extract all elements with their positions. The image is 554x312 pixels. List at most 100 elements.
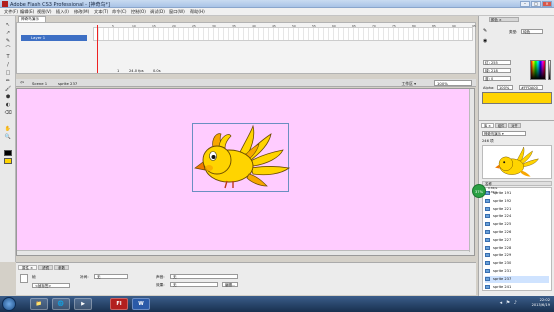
zoom-select[interactable]: 100% <box>434 80 472 86</box>
tab-color[interactable]: 颜色 × <box>489 17 519 22</box>
library-item[interactable]: sprite 228 <box>485 245 549 252</box>
library-document-select[interactable]: 神奇鸟演示 ▾ <box>482 131 526 136</box>
start-button[interactable] <box>2 297 16 311</box>
color-spectrum[interactable] <box>530 60 546 80</box>
subselection-tool-icon[interactable]: ↗ <box>4 30 12 36</box>
library-item[interactable]: sprite 229 <box>485 252 549 259</box>
tab-filters[interactable]: 滤镜 <box>38 265 54 270</box>
menu-control[interactable]: 控制(O) <box>131 9 146 15</box>
tab-library[interactable]: 库 × <box>481 123 494 128</box>
frame-label: 帧 <box>32 275 36 279</box>
maximize-button[interactable]: □ <box>531 1 541 7</box>
red-input[interactable]: 红: 255 <box>483 60 511 65</box>
effect-select[interactable]: 无 <box>170 282 218 287</box>
vertical-scrollbar[interactable] <box>469 89 474 252</box>
menu-file[interactable]: 文件(F) <box>4 9 18 15</box>
layer-row[interactable]: Layer 1 <box>21 35 87 41</box>
frame-label-input[interactable]: <帧标签> <box>32 283 70 288</box>
hex-input[interactable]: #FFDA00 <box>519 85 543 90</box>
ink-bottle-tool-icon[interactable]: ⬢ <box>4 94 12 100</box>
movieclip-icon <box>485 253 490 258</box>
symbol-breadcrumb[interactable]: sprite 237 <box>58 81 77 86</box>
taskbar-flash[interactable]: Fl <box>110 298 128 310</box>
fill-color-swatch[interactable] <box>4 158 12 164</box>
library-preview <box>482 145 552 179</box>
network-monitor-bubble[interactable]: 37% <box>472 184 486 198</box>
scene-link[interactable]: Scene 1 <box>32 81 47 86</box>
library-item[interactable]: sprite 221 <box>485 206 549 213</box>
close-button[interactable]: × <box>542 1 552 7</box>
selected-symbol-bounds[interactable] <box>192 123 290 192</box>
library-item[interactable]: sprite 237 <box>485 275 549 283</box>
stroke-color-swatch[interactable] <box>4 150 12 156</box>
timeline-panel: 5 10 15 20 25 30 35 40 45 50 55 60 65 70 75 80 85 90 95 La… <box>16 22 476 74</box>
library-item[interactable]: sprite 226 <box>485 229 549 236</box>
tab-parameters[interactable]: 参数 <box>54 265 70 270</box>
library-item-label: sprite 192 <box>493 198 512 203</box>
fill-bucket-icon[interactable]: ◉ <box>483 38 487 44</box>
library-item[interactable]: sprite 225 <box>485 221 549 228</box>
menu-modify[interactable]: 修改(M) <box>74 9 89 15</box>
frame-grid[interactable] <box>93 27 473 41</box>
library-item[interactable]: sprite 224 <box>485 213 549 220</box>
effect-label: 效果: <box>156 283 165 287</box>
text-tool-icon[interactable]: T <box>4 54 12 60</box>
zoom-tool-icon[interactable]: 🔍 <box>4 134 12 140</box>
rectangle-tool-icon[interactable]: □ <box>4 70 12 76</box>
tween-label: 补间: <box>80 275 89 279</box>
library-item-label: sprite 224 <box>493 214 512 219</box>
taskbar-media[interactable]: ▶ <box>74 298 92 310</box>
tab-components[interactable]: 组件 <box>494 123 508 128</box>
sound-select[interactable]: 无 <box>170 274 238 279</box>
horizontal-scrollbar[interactable] <box>17 250 474 255</box>
taskbar-browser[interactable]: 🌐 <box>52 298 70 310</box>
stroke-pencil-icon[interactable]: ✎ <box>483 28 487 34</box>
blue-input[interactable]: 蓝: 0 <box>483 76 511 81</box>
lasso-tool-icon[interactable]: ⌒ <box>4 46 12 52</box>
movieclip-icon <box>485 222 490 227</box>
eraser-tool-icon[interactable]: ⌫ <box>4 110 12 116</box>
taskbar-explorer[interactable]: 📁 <box>30 298 48 310</box>
workspace-menu[interactable]: 工作区 ▾ <box>401 81 416 87</box>
menu-view[interactable]: 视图(V) <box>37 9 52 15</box>
tab-properties[interactable]: 属性 × <box>18 265 38 270</box>
minimize-button[interactable]: – <box>520 1 530 7</box>
pencil-tool-icon[interactable]: ✏ <box>4 78 12 84</box>
free-transform-tool-icon[interactable]: ✎ <box>4 38 12 44</box>
edit-button[interactable]: 编辑... <box>222 282 238 287</box>
library-item[interactable]: sprite 192 <box>485 198 549 205</box>
alpha-input[interactable]: 100% <box>497 85 513 90</box>
taskbar-word[interactable]: W <box>132 298 150 310</box>
back-arrow-icon[interactable]: ⇦ <box>20 80 24 86</box>
tray-icons[interactable]: ◂ ⚑ ♪ <box>500 300 518 306</box>
tools-panel: ↖ ↗ ✎ ⌒ T / □ ✏ 🖌 ⬢ ◐ ⌫ ✋ 🔍 <box>0 16 16 262</box>
hand-tool-icon[interactable]: ✋ <box>4 126 12 132</box>
library-item[interactable]: sprite 241 <box>485 284 549 291</box>
tween-select[interactable]: 无 <box>94 274 128 279</box>
brush-tool-icon[interactable]: 🖌 <box>4 86 12 92</box>
library-item[interactable]: sprite 231 <box>485 268 549 275</box>
paint-bucket-tool-icon[interactable]: ◐ <box>4 102 12 108</box>
bird-preview <box>495 146 539 177</box>
menu-insert[interactable]: 插入(I) <box>56 9 69 15</box>
menu-command[interactable]: 命令(C) <box>112 9 127 15</box>
library-item[interactable]: sprite 230 <box>485 260 549 267</box>
menu-edit[interactable]: 编辑(E) <box>20 9 34 15</box>
type-select[interactable]: 纯色 <box>521 29 543 34</box>
line-tool-icon[interactable]: / <box>4 62 12 68</box>
speed-down: 4.8K/s <box>488 190 498 194</box>
menu-debug[interactable]: 调试(D) <box>150 9 165 15</box>
menu-help[interactable]: 帮助(H) <box>190 9 205 15</box>
menu-text[interactable]: 文本(T) <box>94 9 108 15</box>
library-item-label: sprite 230 <box>493 261 512 266</box>
tab-align[interactable]: 对齐 <box>508 123 521 128</box>
menu-window[interactable]: 窗口(W) <box>169 9 185 15</box>
stage[interactable] <box>16 88 475 256</box>
taskbar: 📁 🌐 ▶ Fl W ◂ ⚑ ♪ 22:02 2013/6/19 <box>0 296 554 312</box>
selection-tool-icon[interactable]: ↖ <box>4 22 12 28</box>
library-item[interactable]: sprite 227 <box>485 237 549 244</box>
clock[interactable]: 22:02 2013/6/19 <box>532 298 550 307</box>
playhead[interactable] <box>97 25 98 73</box>
green-input[interactable]: 绿: 218 <box>483 68 511 73</box>
brightness-slider[interactable] <box>548 60 551 80</box>
